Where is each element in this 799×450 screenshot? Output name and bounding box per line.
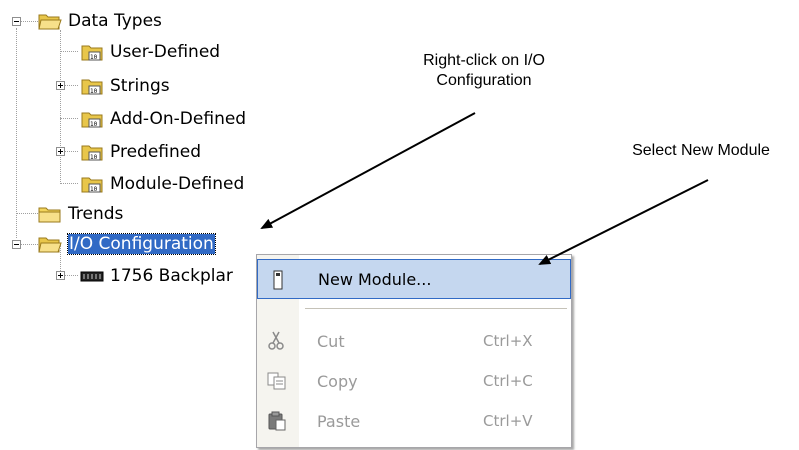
data-folder-icon: 10 xyxy=(81,112,103,128)
arrow-to-new-module xyxy=(538,179,709,265)
tree-item-user-defined[interactable]: 10 User-Defined xyxy=(80,41,220,63)
svg-text:10: 10 xyxy=(90,54,98,61)
data-folder-icon: 10 xyxy=(81,145,103,161)
menu-item-shortcut: Ctrl+V xyxy=(483,412,533,430)
expand-backplane-toggle[interactable] xyxy=(56,271,65,280)
tree-item-strings[interactable]: 10 Strings xyxy=(80,75,170,97)
menu-item-new-module[interactable]: New Module... xyxy=(257,259,571,299)
tree-connector xyxy=(60,118,78,119)
folder-icon xyxy=(38,207,61,223)
tree-connector xyxy=(21,21,38,22)
copy-icon xyxy=(267,372,286,390)
backplane-icon xyxy=(80,271,104,282)
annotation-line: Configuration xyxy=(436,72,532,89)
tree-item-label: User-Defined xyxy=(110,42,221,62)
new-module-icon xyxy=(273,270,283,290)
menu-item-cut[interactable]: Cut Ctrl+X xyxy=(257,321,571,361)
data-folder-icon: 10 xyxy=(81,177,103,193)
menu-item-copy[interactable]: Copy Ctrl+C xyxy=(257,361,571,401)
scissors-icon xyxy=(268,331,284,350)
menu-item-label: Copy xyxy=(317,371,358,391)
menu-item-label: New Module... xyxy=(318,269,432,289)
data-folder-icon: 10 xyxy=(81,79,103,95)
menu-item-paste[interactable]: Paste Ctrl+V xyxy=(257,401,571,441)
tree-item-io-configuration[interactable]: I/O Configuration xyxy=(38,233,216,255)
folder-open-icon xyxy=(38,14,62,30)
tree-item-label: I/O Configuration xyxy=(67,233,216,255)
tree-connector xyxy=(65,275,78,276)
tree-connector xyxy=(65,85,78,86)
menu-item-label: Cut xyxy=(317,331,345,351)
tree-connector xyxy=(21,244,38,245)
menu-item-shortcut: Ctrl+X xyxy=(483,332,533,350)
svg-text:10: 10 xyxy=(90,121,98,128)
annotation-right-click: Right-click on I/O Configuration xyxy=(384,51,584,91)
tree-item-label: Strings xyxy=(110,76,170,96)
svg-text:10: 10 xyxy=(90,186,98,193)
tree-item-label: Module-Defined xyxy=(110,174,245,194)
svg-text:10: 10 xyxy=(90,154,98,161)
tree-item-label: Predefined xyxy=(110,142,202,162)
tree-connector xyxy=(16,213,38,214)
tree-item-module-defined[interactable]: 10 Module-Defined xyxy=(80,173,244,195)
project-tree: Data Types 10 User-Defined 10 Strings 10… xyxy=(0,0,300,300)
annotation-select-new-module: Select New Module xyxy=(632,142,770,159)
tree-item-label: Trends xyxy=(68,204,124,224)
paste-icon xyxy=(268,411,286,431)
data-folder-icon: 10 xyxy=(81,45,103,61)
menu-separator xyxy=(305,308,567,309)
menu-item-shortcut: Ctrl+C xyxy=(483,372,533,390)
context-menu: New Module... Cut Ctrl+X Copy Ctrl+C Pas… xyxy=(256,254,572,448)
tree-item-label: 1756 Backplar xyxy=(110,266,233,286)
expand-strings-toggle[interactable] xyxy=(56,81,65,90)
tree-item-1756-backplane[interactable]: 1756 Backplar xyxy=(80,265,233,287)
tree-connector xyxy=(60,183,78,184)
expand-predefined-toggle[interactable] xyxy=(56,147,65,156)
tree-item-add-on-defined[interactable]: 10 Add-On-Defined xyxy=(80,108,246,130)
menu-item-label: Paste xyxy=(317,411,361,431)
tree-connector xyxy=(60,51,78,52)
folder-open-icon xyxy=(38,237,62,253)
tree-item-predefined[interactable]: 10 Predefined xyxy=(80,141,201,163)
tree-connector xyxy=(65,151,78,152)
collapse-data-types-toggle[interactable] xyxy=(12,17,21,26)
tree-item-label: Add-On-Defined xyxy=(110,109,247,129)
tree-connector xyxy=(16,28,17,238)
annotation-line: Right-click on I/O xyxy=(423,52,545,69)
tree-item-data-types[interactable]: Data Types xyxy=(38,10,162,32)
tree-connector xyxy=(60,30,61,182)
svg-text:10: 10 xyxy=(90,88,98,95)
collapse-io-configuration-toggle[interactable] xyxy=(12,240,21,249)
tree-item-trends[interactable]: Trends xyxy=(38,203,123,225)
tree-item-label: Data Types xyxy=(68,11,162,31)
